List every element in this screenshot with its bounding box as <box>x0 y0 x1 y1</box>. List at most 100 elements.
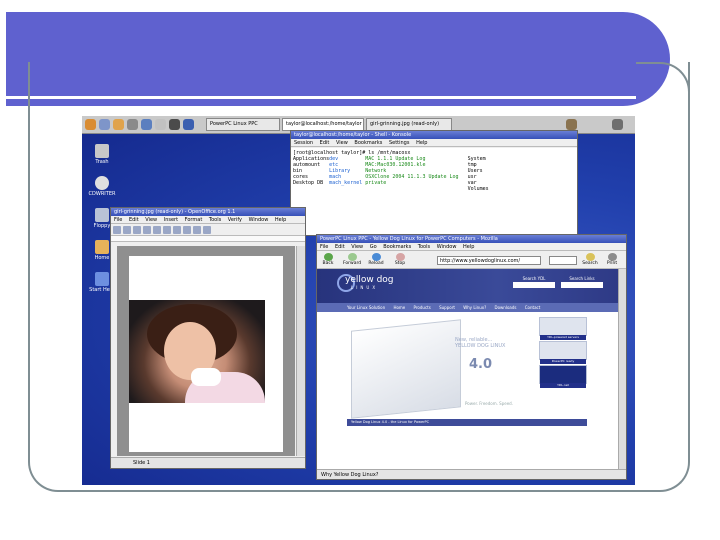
mail-launcher-icon[interactable] <box>141 119 152 130</box>
search-field[interactable] <box>549 256 577 265</box>
browser-launcher-icon[interactable] <box>99 119 110 130</box>
search-ydl[interactable]: Search YDL <box>513 276 555 290</box>
yd-header: yellow dog LINUX Search YDL Search Links <box>317 269 618 303</box>
konsole-window[interactable]: taylor@localhost:/home/taylor - Shell - … <box>290 130 578 236</box>
zoom-icon[interactable] <box>203 226 211 234</box>
menu-file[interactable]: File <box>114 217 122 223</box>
lock-icon[interactable] <box>566 119 577 130</box>
menu-edit[interactable]: Edit <box>320 140 330 146</box>
menu-view[interactable]: View <box>351 244 363 250</box>
menu-edit[interactable]: Edit <box>335 244 345 250</box>
printer-launcher-icon[interactable] <box>155 119 166 130</box>
trash-desktop-icon[interactable]: Trash <box>85 144 119 165</box>
menu-help[interactable]: Help <box>416 140 427 146</box>
taskbar-item-powerpc[interactable]: PowerPC Linux PPC <box>206 118 280 131</box>
paste-icon[interactable] <box>173 226 181 234</box>
home-launcher-icon[interactable] <box>113 119 124 130</box>
yd-nav-home[interactable]: Home <box>393 305 405 310</box>
cdwriter-desktop-icon[interactable]: CDWRITER <box>85 176 119 197</box>
terminal-cell <box>293 186 329 192</box>
vertical-scrollbar[interactable] <box>296 246 305 456</box>
yd-logo[interactable]: yellow dog LINUX <box>345 275 394 290</box>
search-links-input[interactable] <box>561 282 603 288</box>
search-button[interactable]: Search <box>579 253 601 266</box>
yd-footer-links[interactable]: Yellow Dog Linux 4.0 - the Linux for Pow… <box>347 419 587 426</box>
settings-launcher-icon[interactable] <box>127 119 138 130</box>
openoffice-window[interactable]: girl-grinning.jpg (read-only) - OpenOffi… <box>110 207 306 469</box>
print-icon[interactable] <box>143 226 151 234</box>
menu-format[interactable]: Format <box>185 217 203 223</box>
vertical-scrollbar[interactable] <box>618 269 626 469</box>
menu-help[interactable]: Help <box>463 244 474 250</box>
status-bar: Why Yellow Dog Linux? <box>317 469 626 479</box>
print-icon <box>607 253 617 261</box>
search-ydl-input[interactable] <box>513 282 555 288</box>
redo-icon[interactable] <box>193 226 201 234</box>
search-icon <box>585 253 595 261</box>
horizontal-ruler <box>111 236 305 242</box>
undo-icon[interactable] <box>183 226 191 234</box>
menu-settings[interactable]: Settings <box>389 140 410 146</box>
menu-edit[interactable]: Edit <box>129 217 139 223</box>
menu-file[interactable]: File <box>320 244 328 250</box>
menu-session[interactable]: Session <box>294 140 313 146</box>
menu-verify[interactable]: Verify <box>228 217 242 223</box>
side-thumb[interactable]: YDL.net <box>539 365 587 388</box>
back-button[interactable]: Back <box>319 253 337 266</box>
forward-icon <box>347 253 357 261</box>
menu-tools[interactable]: Tools <box>209 217 221 223</box>
menu-view[interactable]: View <box>145 217 157 223</box>
menu-go[interactable]: Go <box>370 244 377 250</box>
reload-button[interactable]: Reload <box>367 253 385 266</box>
home-icon <box>95 240 109 254</box>
print-button[interactable]: Print <box>603 253 621 266</box>
search-links[interactable]: Search Links <box>561 276 603 290</box>
forward-button[interactable]: Forward <box>343 253 361 266</box>
openoffice-toolbar <box>111 224 305 236</box>
menu-help[interactable]: Help <box>275 217 286 223</box>
yd-nav-downloads[interactable]: Downloads <box>495 305 517 310</box>
menu-window[interactable]: Window <box>437 244 457 250</box>
menu-insert[interactable]: Insert <box>164 217 178 223</box>
clock-icon[interactable] <box>612 119 623 130</box>
yd-nav-products[interactable]: Products <box>414 305 431 310</box>
menu-bookmarks[interactable]: Bookmarks <box>383 244 411 250</box>
menu-bookmarks[interactable]: Bookmarks <box>354 140 382 146</box>
konsole-title[interactable]: taylor@localhost:/home/taylor - Shell - … <box>291 131 577 139</box>
mozilla-window[interactable]: PowerPC Linux PPC - Yellow Dog Linux for… <box>316 234 627 480</box>
yd-tagline: Your Linux Solution <box>347 305 386 310</box>
copy-icon[interactable] <box>163 226 171 234</box>
open-icon[interactable] <box>123 226 131 234</box>
terminal-output[interactable]: [root@localhost taylor]# ls /mnt/macosx … <box>291 148 577 235</box>
side-thumb[interactable]: PowerPC ready <box>539 341 587 364</box>
side-thumb[interactable]: YDL-powered servers <box>539 317 587 340</box>
cut-icon[interactable] <box>153 226 161 234</box>
menu-window[interactable]: Window <box>249 217 269 223</box>
menu-view[interactable]: View <box>336 140 348 146</box>
url-bar[interactable]: http://www.yellowdoglinux.com/ <box>437 256 541 265</box>
yd-nav-support[interactable]: Support <box>439 305 455 310</box>
document-area <box>117 246 295 456</box>
yd-nav-why-linux[interactable]: Why Linux? <box>463 305 486 310</box>
yd-hero-banner[interactable]: New, reliable... YELLOW DOG LINUX 4.0 Pow… <box>347 317 532 419</box>
app-menu-icon[interactable] <box>85 119 96 130</box>
stop-button[interactable]: Stop <box>391 253 409 266</box>
forward-label: Forward <box>343 261 362 266</box>
menu-tools[interactable]: Tools <box>418 244 430 250</box>
mozilla-title[interactable]: PowerPC Linux PPC - Yellow Dog Linux for… <box>317 235 626 243</box>
document-page <box>129 256 283 452</box>
stop-label: Stop <box>394 261 406 266</box>
slide-tab[interactable]: Slide 1 <box>111 457 305 468</box>
yd-nav: Your Linux Solution Home Products Suppor… <box>317 303 618 312</box>
new-icon[interactable] <box>113 226 121 234</box>
start-here-icon <box>95 272 109 286</box>
desktop-icon-label: Floppy <box>93 223 111 229</box>
yd-nav-contact[interactable]: Contact <box>525 305 541 310</box>
girl-photo[interactable] <box>129 300 265 403</box>
openoffice-title[interactable]: girl-grinning.jpg (read-only) - OpenOffi… <box>111 208 305 216</box>
workspace-switcher-icon[interactable] <box>183 119 194 130</box>
hero-line2: YELLOW DOG LINUX <box>455 343 506 349</box>
save-icon[interactable] <box>133 226 141 234</box>
navigation-toolbar: Back Forward Reload Stop http://www.yell… <box>317 251 626 269</box>
terminal-launcher-icon[interactable] <box>169 119 180 130</box>
